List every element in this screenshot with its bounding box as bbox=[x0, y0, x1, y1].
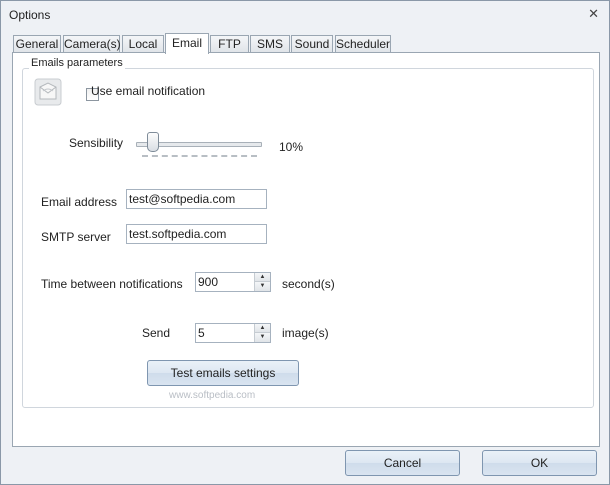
tab-sms[interactable]: SMS bbox=[250, 35, 290, 53]
window-title: Options bbox=[9, 8, 51, 22]
tab-general[interactable]: General bbox=[13, 35, 61, 53]
spin-down-icon[interactable]: ▼ bbox=[255, 333, 270, 342]
spin-up-icon[interactable]: ▲ bbox=[255, 324, 270, 333]
sensibility-slider-thumb[interactable] bbox=[147, 132, 159, 152]
email-address-input[interactable]: test@softpedia.com bbox=[126, 189, 267, 209]
spin-up-icon[interactable]: ▲ bbox=[255, 273, 270, 282]
spin-down-icon[interactable]: ▼ bbox=[255, 282, 270, 291]
time-between-stepper[interactable]: 900 ▲ ▼ bbox=[195, 272, 271, 292]
time-spin-buttons: ▲ ▼ bbox=[254, 273, 270, 291]
time-between-label: Time between notifications bbox=[41, 277, 183, 291]
smtp-server-label: SMTP server bbox=[41, 230, 111, 244]
send-images-stepper[interactable]: 5 ▲ ▼ bbox=[195, 323, 271, 343]
softpedia-watermark: www.softpedia.com bbox=[169, 390, 256, 401]
tab-cameras[interactable]: Camera(s) bbox=[63, 35, 121, 53]
send-unit-label: image(s) bbox=[282, 326, 329, 340]
title-bar: Options ✕ bbox=[1, 1, 609, 29]
sensibility-label: Sensibility bbox=[69, 136, 124, 150]
tab-ftp[interactable]: FTP bbox=[210, 35, 249, 53]
email-tab-panel: Emails parameters Use email notification… bbox=[12, 52, 600, 447]
time-between-value: 900 bbox=[198, 275, 219, 289]
tab-scheduler[interactable]: Scheduler bbox=[335, 35, 391, 53]
tab-local[interactable]: Local bbox=[122, 35, 164, 53]
smtp-server-input[interactable]: test.softpedia.com bbox=[126, 224, 267, 244]
sensibility-value: 10% bbox=[279, 140, 304, 154]
ok-button[interactable]: OK bbox=[482, 450, 597, 476]
send-spin-buttons: ▲ ▼ bbox=[254, 324, 270, 342]
tab-email[interactable]: Email bbox=[165, 33, 209, 54]
tab-sound[interactable]: Sound bbox=[291, 35, 333, 53]
send-label: Send bbox=[142, 326, 171, 340]
close-icon[interactable]: ✕ bbox=[588, 6, 599, 22]
email-address-label: Email address bbox=[41, 195, 118, 209]
options-window: Options ✕ General Camera(s) Local Email … bbox=[0, 0, 610, 485]
test-emails-settings-button[interactable]: Test emails settings bbox=[147, 360, 299, 386]
use-email-notification-label: Use email notification bbox=[91, 84, 206, 98]
group-title: Emails parameters bbox=[29, 57, 125, 69]
send-images-value: 5 bbox=[198, 326, 205, 340]
cancel-button[interactable]: Cancel bbox=[345, 450, 460, 476]
slider-ticks bbox=[142, 155, 257, 159]
envelope-icon bbox=[34, 78, 62, 106]
time-unit-label: second(s) bbox=[282, 277, 335, 291]
